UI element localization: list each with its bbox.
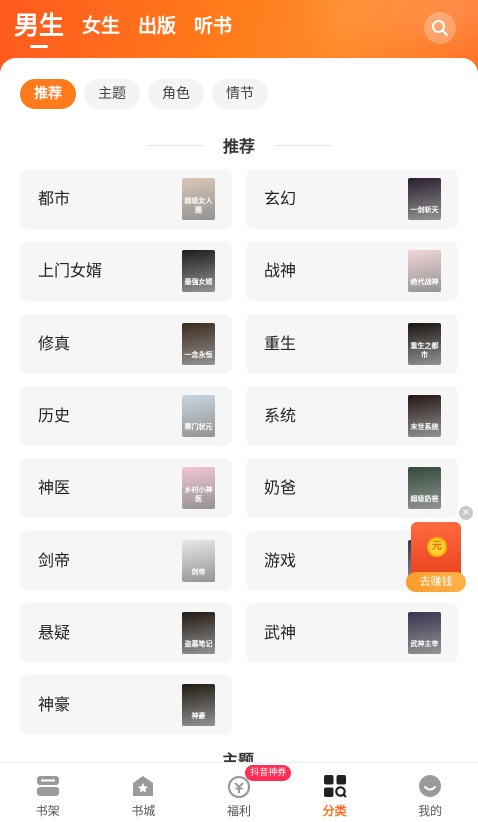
category-label: 游戏 (264, 550, 297, 570)
cover-title: 绝代战神 (410, 278, 439, 287)
nav-label: 福利 (226, 804, 251, 818)
category-card[interactable]: 神豪 神豪 (20, 675, 232, 736)
cover-title: 乡村小神医 (184, 486, 213, 504)
book-cover: 剑帝 (182, 539, 215, 582)
nav-category[interactable]: 分类 (287, 763, 383, 822)
category-card[interactable]: 都市 超级女人圈 (20, 169, 232, 229)
category-label: 玄幻 (264, 189, 297, 208)
bookstore-icon (133, 776, 154, 796)
category-card[interactable]: 战神绝代战神 (246, 241, 458, 302)
search-button[interactable] (424, 12, 456, 44)
category-label: 都市 (38, 189, 71, 208)
book-cover: 末世系统 (408, 394, 441, 437)
nav-profile[interactable]: 我的 (382, 763, 478, 822)
book-cover: 盗墓笔记 (182, 611, 215, 654)
cover-title: 一剑斩天 (410, 206, 439, 214)
bottom-nav: 书架 书城 抖音神券 福利 分类 我的 (0, 762, 478, 822)
nav-label: 书架 (35, 804, 60, 818)
cover-title: 武神主宰 (410, 639, 439, 648)
category-label: 上门女婿 (38, 261, 103, 281)
cover-title: 一念永恒 (184, 350, 213, 359)
category-card[interactable]: 修真一念永恒 (20, 313, 232, 374)
category-label: 神医 (38, 478, 71, 498)
category-label: 战神 (264, 261, 297, 281)
nav-welfare[interactable]: 抖音神券 福利 (191, 763, 292, 822)
book-cover: 寒门状元 (182, 394, 215, 437)
divider (146, 144, 203, 146)
red-packet-card[interactable]: 元 (411, 522, 461, 578)
category-card[interactable]: 神医 乡村小神医 (20, 458, 232, 519)
channel-tabs: 男生 女生 出版 听书 (14, 10, 250, 42)
cover-title: 超级奶爸 (410, 495, 439, 504)
category-label: 悬疑 (38, 622, 71, 642)
category-card[interactable]: 历史寒门状元 (20, 385, 232, 446)
category-label: 历史 (38, 405, 71, 425)
category-card[interactable]: 悬疑盗墓笔记 (20, 602, 232, 663)
book-cover: 重生之都市 (408, 322, 441, 365)
floating-reward-widget[interactable]: × 元 去赚钱 (406, 506, 473, 594)
category-card[interactable]: 武神武神主宰 (246, 602, 458, 663)
chip-theme[interactable]: 主题 (84, 79, 140, 109)
category-icon (323, 775, 347, 798)
cover-title: 神豪 (191, 712, 206, 721)
cover-title: 重生之都市 (410, 341, 439, 359)
category-label: 系统 (264, 405, 297, 425)
cover-title: 末世系统 (410, 422, 439, 431)
section-header: 推荐 (0, 134, 478, 156)
cover-title: 最强女婿 (184, 278, 213, 287)
bookshelf-icon (36, 776, 59, 796)
coin-icon: 元 (427, 537, 447, 557)
nav-label: 书城 (131, 804, 156, 818)
book-cover: 一剑斩天 (408, 178, 441, 220)
profile-icon (419, 775, 442, 797)
close-icon[interactable]: × (459, 506, 473, 520)
category-label: 神豪 (38, 695, 71, 715)
divider (275, 144, 331, 146)
chip-plot[interactable]: 情节 (212, 79, 268, 109)
tab-male[interactable]: 男生 (14, 10, 64, 42)
earn-money-button[interactable]: 去赚钱 (406, 572, 466, 592)
cover-title: 盗墓笔记 (184, 639, 213, 648)
category-label: 重生 (264, 333, 297, 353)
book-cover: 神豪 (182, 684, 215, 727)
book-cover: 超级女人圈 (182, 178, 215, 220)
category-label: 武神 (264, 622, 297, 642)
category-label: 剑帝 (38, 550, 71, 570)
cover-title: 寒门状元 (184, 422, 213, 431)
book-cover: 最强女婿 (182, 250, 215, 293)
category-card[interactable]: 重生 重生之都市 (246, 313, 458, 374)
book-cover: 一念永恒 (182, 322, 215, 365)
category-card[interactable]: 系统末世系统 (246, 385, 458, 446)
category-card[interactable]: 上门女婿最强女婿 (20, 241, 232, 302)
nav-label: 分类 (322, 804, 347, 818)
tab-female[interactable]: 女生 (82, 10, 120, 42)
cover-title: 剑帝 (191, 567, 206, 576)
nav-bookshelf[interactable]: 书架 (0, 763, 96, 822)
filter-chips: 推荐 主题 角色 情节 (20, 79, 276, 109)
book-cover: 武神主宰 (408, 611, 441, 654)
nav-label: 我的 (418, 804, 443, 818)
chip-recommend[interactable]: 推荐 (20, 79, 76, 109)
book-cover: 乡村小神医 (182, 467, 215, 510)
category-label: 奶爸 (264, 478, 297, 498)
chip-role[interactable]: 角色 (148, 79, 204, 109)
tab-audio[interactable]: 听书 (194, 10, 232, 42)
search-icon (432, 20, 448, 36)
book-cover: 超级奶爸 (408, 467, 441, 510)
cover-title: 超级女人圈 (184, 197, 213, 214)
category-label: 修真 (38, 333, 71, 353)
category-card[interactable]: 玄幻一剑斩天 (246, 169, 458, 229)
nav-bookstore[interactable]: 书城 (96, 763, 192, 822)
promo-badge: 抖音神券 (245, 765, 292, 781)
book-cover: 绝代战神 (408, 250, 441, 293)
category-sheet: 推荐 主题 角色 情节 推荐 都市 超级女人圈 玄幻 一剑斩天 上门女婿 最强女婿 战神 绝代… (0, 58, 478, 768)
section-title: 推荐 (222, 137, 255, 156)
category-card[interactable]: 剑帝 剑帝 (20, 530, 232, 591)
tab-publish[interactable]: 出版 (138, 10, 176, 42)
